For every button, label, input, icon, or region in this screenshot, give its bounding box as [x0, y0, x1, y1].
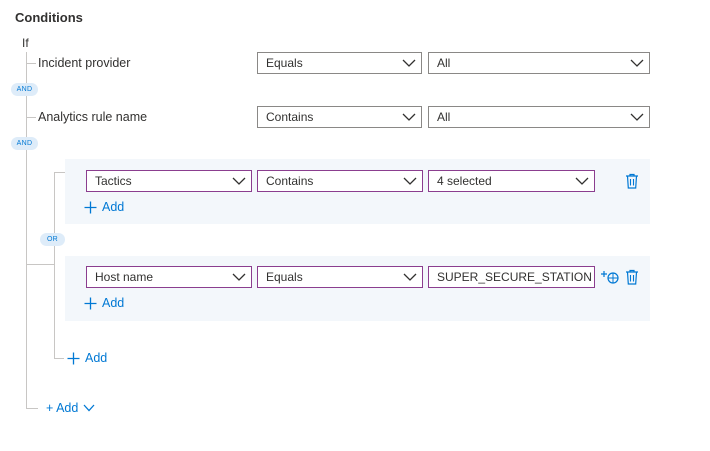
plus-icon	[84, 297, 97, 309]
chevron-down-icon	[572, 171, 592, 191]
tree-branch-group	[26, 264, 54, 265]
value-input-group-2[interactable]: SUPER_SECURE_STATION	[428, 266, 595, 288]
group-branch-2	[54, 358, 64, 359]
property-dropdown-group-1[interactable]: Tactics	[86, 170, 252, 192]
conditions-title: Conditions	[15, 10, 83, 25]
property-value: Tactics	[95, 174, 132, 188]
trash-icon	[626, 173, 638, 189]
value-dropdown-1[interactable]: All	[428, 52, 650, 74]
and-connector-2: AND	[11, 137, 38, 150]
operator-value: Equals	[266, 56, 303, 70]
delete-group-2-button[interactable]	[623, 268, 641, 286]
chevron-down-icon	[229, 267, 249, 287]
property-value: Host name	[95, 270, 154, 284]
tree-branch-bottom	[26, 408, 38, 409]
value-text: All	[437, 56, 451, 70]
operator-dropdown-1[interactable]: Equals	[257, 52, 422, 74]
operator-value: Equals	[266, 270, 303, 284]
add-label: Add	[102, 296, 125, 310]
value-text: 4 selected	[437, 174, 492, 188]
add-label: Add	[102, 200, 125, 214]
add-condition-group-1-link[interactable]: Add	[84, 200, 124, 214]
condition-label-analytics-rule-name: Analytics rule name	[38, 110, 148, 124]
delete-group-1-button[interactable]	[623, 172, 641, 190]
tree-branch-2	[26, 117, 36, 118]
chevron-down-icon	[83, 404, 95, 412]
condition-label-incident-provider: Incident provider	[38, 56, 131, 70]
operator-dropdown-group-2[interactable]: Equals	[257, 266, 423, 288]
chevron-down-icon	[400, 267, 420, 287]
group-tree-line	[54, 172, 55, 358]
operator-dropdown-group-1[interactable]: Contains	[257, 170, 423, 192]
chevron-down-icon	[229, 171, 249, 191]
operator-value: Contains	[266, 174, 314, 188]
chevron-down-icon	[399, 53, 419, 73]
chevron-down-icon	[399, 107, 419, 127]
property-dropdown-group-2[interactable]: Host name	[86, 266, 252, 288]
add-condition-menu-button[interactable]: + Add	[46, 401, 95, 415]
add-value-button[interactable]	[600, 268, 620, 286]
add-entity-icon	[601, 271, 619, 284]
value-text: All	[437, 110, 451, 124]
add-or-condition-link[interactable]: Add	[67, 351, 107, 365]
chevron-down-icon	[627, 107, 647, 127]
group-branch-1	[54, 172, 65, 173]
chevron-down-icon	[627, 53, 647, 73]
add-label: + Add	[46, 401, 79, 415]
operator-dropdown-2[interactable]: Contains	[257, 106, 422, 128]
or-connector: OR	[40, 233, 65, 246]
chevron-down-icon	[400, 171, 420, 191]
tree-line-main	[26, 52, 27, 408]
value-dropdown-2[interactable]: All	[428, 106, 650, 128]
operator-value: Contains	[266, 110, 314, 124]
value-dropdown-group-1[interactable]: 4 selected	[428, 170, 595, 192]
tree-branch-1	[26, 63, 36, 64]
trash-icon	[626, 269, 638, 285]
plus-icon	[67, 352, 80, 364]
and-connector-1: AND	[11, 83, 38, 96]
plus-icon	[84, 201, 97, 213]
add-condition-group-2-link[interactable]: Add	[84, 296, 124, 310]
add-label: Add	[85, 351, 108, 365]
if-label: If	[22, 36, 29, 50]
